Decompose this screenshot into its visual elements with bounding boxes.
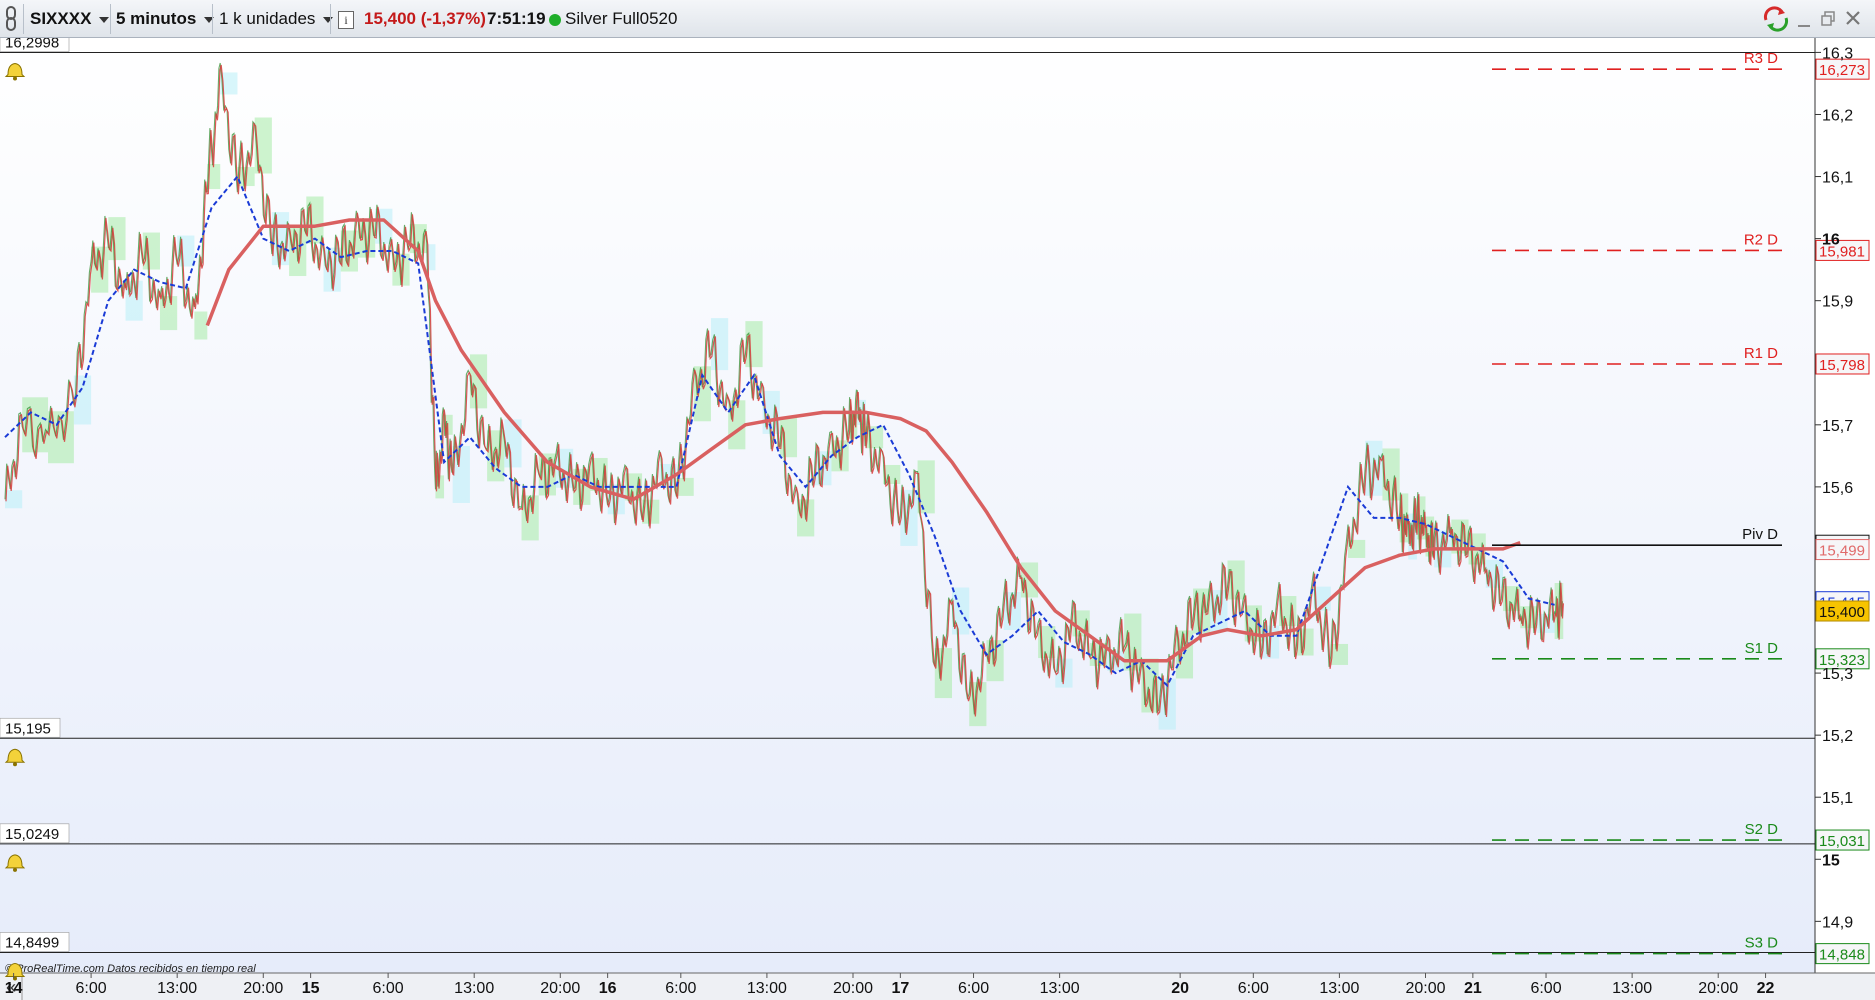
x-tick-label: 6:00: [1530, 980, 1561, 997]
pivot-value-r3-d: 16,273: [1819, 62, 1865, 79]
instrument-label: Silver Full0520: [565, 9, 678, 28]
toolbar-divider: [212, 4, 213, 34]
x-tick-day-label: 16: [599, 980, 617, 997]
x-tick-label: 20:00: [1405, 980, 1445, 997]
y-tick-label: 15,9: [1822, 294, 1853, 311]
pivot-value-s3-d: 14,848: [1819, 947, 1865, 964]
info-icon-glyph: i: [338, 10, 354, 29]
symbol-label: SIXXXX: [30, 9, 92, 28]
symbol-selector[interactable]: SIXXXX: [30, 0, 110, 38]
price-marker-0: 15,499: [1819, 543, 1865, 560]
cloud-segment: [452, 445, 470, 503]
pivot-label-piv-d: Piv D: [1742, 526, 1778, 543]
bell-clapper: [13, 762, 17, 767]
y-tick-label: 16,1: [1822, 170, 1853, 187]
y-tick-label: 15,6: [1822, 480, 1853, 497]
pivot-value-s2-d: 15,031: [1819, 833, 1865, 850]
x-tick-label: 6:00: [665, 980, 696, 997]
y-tick-label: 15,7: [1822, 418, 1853, 435]
x-tick-day-label: 17: [891, 980, 909, 997]
pivot-label-s1-d: S1 D: [1745, 640, 1779, 657]
cloud-segment: [504, 419, 522, 468]
instrument-status: Silver Full0520: [549, 0, 677, 38]
x-tick-day-label: 21: [1464, 980, 1482, 997]
info-icon[interactable]: i: [338, 0, 354, 38]
y-tick-label: 14,9: [1822, 914, 1853, 931]
pivot-label-r1-d: R1 D: [1744, 345, 1778, 362]
pivot-label-s3-d: S3 D: [1745, 935, 1779, 952]
pivot-label-s2-d: S2 D: [1745, 821, 1779, 838]
x-tick-label: 6:00: [1238, 980, 1269, 997]
hline-label-1: 15,195: [5, 720, 51, 737]
minimize-icon-glyph: [1798, 25, 1810, 27]
x-tick-label: 13:00: [1040, 980, 1080, 997]
timeframe-label: 5 minutos: [116, 9, 197, 28]
link-icon[interactable]: [0, 0, 22, 38]
refresh-icon-glyph: [1763, 6, 1789, 32]
price-change: 15,400 (-1,37%): [364, 9, 486, 28]
refresh-icon[interactable]: [1762, 0, 1790, 38]
x-tick-label: 20:00: [1698, 980, 1738, 997]
bell-clapper: [13, 76, 17, 81]
y-tick-label: 16: [1822, 232, 1840, 249]
x-tick-label: 13:00: [454, 980, 494, 997]
x-tick-label: 6:00: [373, 980, 404, 997]
chevron-down-icon: [99, 16, 110, 23]
y-tick-label: 15: [1822, 852, 1840, 869]
toolbar: SIXXXX 5 minutos 1 k unidades i 15,400 (…: [0, 0, 1875, 38]
x-tick-day-label: 15: [302, 980, 320, 997]
cloud-segment: [1227, 560, 1245, 600]
status-dot-icon: [549, 13, 561, 26]
cloud-segment: [865, 426, 884, 449]
y-tick-label: 15,1: [1822, 790, 1853, 807]
hline-label-0: 16,2998: [5, 38, 59, 52]
units-label: 1 k unidades: [219, 9, 316, 28]
x-tick-label: 13:00: [1612, 980, 1652, 997]
price-marker-2: 15,400: [1819, 604, 1865, 621]
chevron-down-icon: [323, 16, 334, 23]
cloud-segment: [934, 648, 953, 699]
units-selector[interactable]: 1 k unidades: [219, 0, 334, 38]
last-update-time: 7:51:19: [487, 9, 546, 28]
link-icon-glyph: [6, 6, 16, 31]
hline-label-2: 15,0249: [5, 826, 59, 843]
cloud-segment: [194, 311, 208, 340]
y-tick-label: 16,3: [1822, 45, 1853, 62]
x-tick-label: 20:00: [243, 980, 283, 997]
close-icon[interactable]: [1844, 0, 1864, 38]
x-tick-label: 13:00: [747, 980, 787, 997]
x-tick-label: 20:00: [540, 980, 580, 997]
toolbar-divider: [330, 4, 331, 34]
restore-icon[interactable]: [1820, 0, 1838, 38]
y-tick-label: 16,2: [1822, 107, 1853, 124]
y-tick-label: 15,3: [1822, 666, 1853, 683]
footer-brand: © ProRealTime.com Datos recibidos en tie…: [5, 963, 256, 975]
x-tick-label: 20:00: [833, 980, 873, 997]
x-tick-label: 13:00: [1319, 980, 1359, 997]
x-tick-day-label: 20: [1171, 980, 1189, 997]
hline-label-3: 14,8499: [5, 934, 59, 951]
pivot-value-r1-d: 15,798: [1819, 357, 1865, 374]
timeframe-selector[interactable]: 5 minutos: [116, 0, 215, 38]
x-tick-day-label: 14: [5, 980, 23, 997]
close-icon-glyph: [1846, 11, 1860, 25]
cloud-segment: [1330, 643, 1349, 665]
x-tick-day-label: 22: [1757, 980, 1775, 997]
pivot-label-r2-d: R2 D: [1744, 231, 1778, 248]
x-tick-label: 13:00: [157, 980, 197, 997]
x-tick-label: 6:00: [958, 980, 989, 997]
cloud-segment: [5, 490, 23, 509]
price-chart[interactable]: © ProRealTime.com Datos recibidos en tie…: [0, 38, 1875, 1000]
toolbar-divider: [110, 4, 111, 34]
y-tick-label: 15,2: [1822, 728, 1853, 745]
restore-icon-glyph: [1821, 11, 1835, 26]
cloud-segment: [779, 417, 798, 458]
pivot-label-r3-d: R3 D: [1744, 50, 1778, 67]
bell-clapper: [13, 867, 17, 872]
minimize-icon[interactable]: [1796, 0, 1814, 38]
x-tick-label: 6:00: [76, 980, 107, 997]
toolbar-divider: [23, 4, 24, 34]
